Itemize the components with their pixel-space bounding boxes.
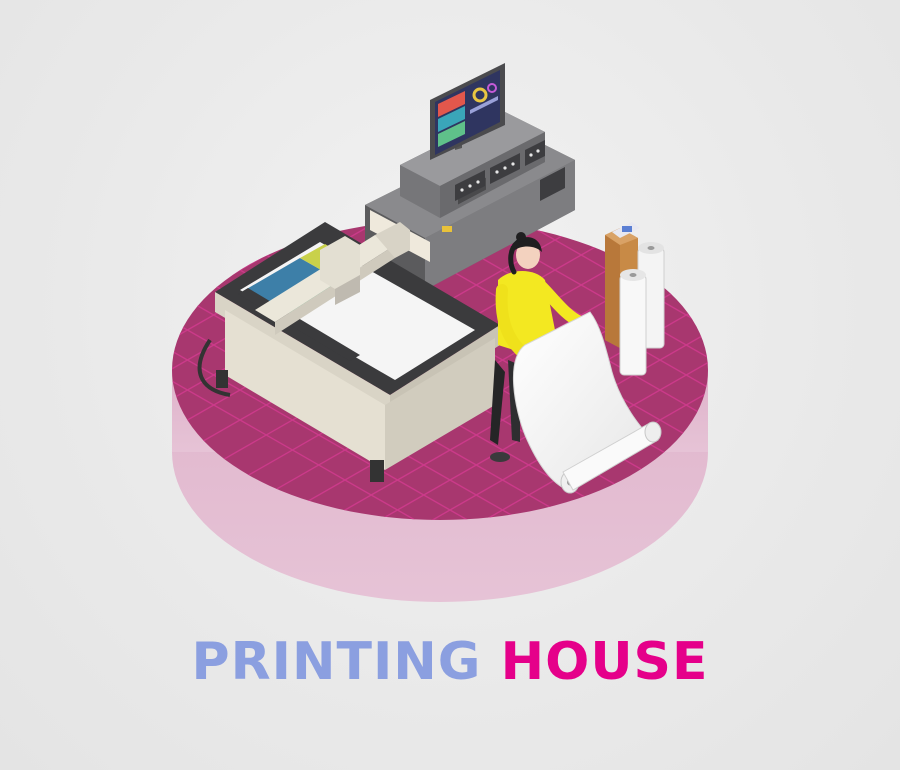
- page-title: PRINTING HOUSE: [0, 636, 900, 688]
- title-word-house: HOUSE: [500, 632, 709, 692]
- title-word-printing: PRINTING: [191, 632, 482, 692]
